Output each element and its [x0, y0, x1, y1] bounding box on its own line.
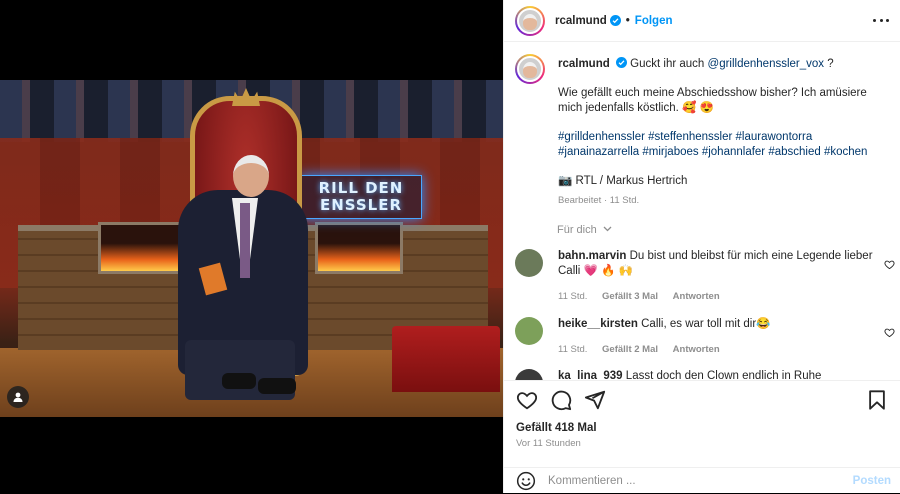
- heart-icon[interactable]: [516, 389, 538, 411]
- caption-username[interactable]: rcalmund: [558, 58, 610, 70]
- caption-mention-link[interactable]: @grilldenhenssler_vox: [708, 58, 825, 70]
- post-photo: RILL DEN ENSSLER: [0, 80, 503, 417]
- comment-username[interactable]: bahn.marvin: [558, 250, 626, 262]
- caption-photo-credit: 📷 RTL / Markus Hertrich: [558, 175, 688, 187]
- comment-item: bahn.marvin Du bist und bleibst für mich…: [515, 249, 895, 304]
- sign-line-2: ENSSLER: [319, 196, 403, 214]
- comment-input[interactable]: [548, 475, 838, 487]
- caption-author-avatar[interactable]: [515, 54, 545, 84]
- comment-username[interactable]: heike__kirsten: [558, 318, 638, 330]
- author-avatar[interactable]: [515, 5, 545, 36]
- comment-reply-button[interactable]: Antworten: [673, 291, 720, 302]
- like-count[interactable]: Gefällt 418 Mal: [516, 422, 597, 434]
- heart-icon[interactable]: [884, 259, 895, 270]
- comment-item: ka_lina_939 Lasst doch den Clown endlich…: [515, 369, 895, 380]
- verified-icon: [609, 15, 621, 26]
- person-head: [233, 155, 269, 197]
- comment-item: heike__kirsten Calli, es war toll mit di…: [515, 317, 895, 357]
- comment-age: 11 Std.: [558, 291, 588, 302]
- comment-reply-button[interactable]: Antworten: [673, 344, 720, 355]
- instagram-post-dialog: RILL DEN ENSSLER rcalmund • Folgen rcalm…: [0, 0, 900, 493]
- emoji-icon[interactable]: [516, 471, 536, 491]
- post-comment-button[interactable]: Posten: [853, 475, 891, 487]
- verified-icon: [615, 57, 627, 68]
- shoe-right: [258, 378, 296, 394]
- person-tie: [240, 203, 250, 278]
- comment-avatar[interactable]: [515, 369, 543, 380]
- for-you-sort-dropdown[interactable]: Für dich: [557, 224, 612, 236]
- show-logo-sign: RILL DEN ENSSLER: [300, 175, 422, 219]
- comments-scroll-area[interactable]: rcalmund Guckt ihr auch @grilldenhenssle…: [504, 42, 900, 380]
- caption-meta: Bearbeitet · 11 Std.: [558, 195, 640, 206]
- more-icon[interactable]: [873, 12, 889, 28]
- comment-text: Calli, es war toll mit dir😂: [641, 318, 771, 330]
- comment-avatar[interactable]: [515, 317, 543, 345]
- comment-icon[interactable]: [550, 389, 572, 411]
- user-tag-icon[interactable]: [7, 386, 29, 408]
- caption-paragraph: Wie gefällt euch meine Abschiedsshow bis…: [558, 87, 867, 114]
- sign-line-1: RILL DEN: [318, 179, 404, 197]
- caption-lead: Guckt ihr auch: [630, 58, 705, 70]
- post-time: Vor 11 Stunden: [516, 438, 581, 449]
- caption-lead-end: ?: [827, 58, 834, 70]
- comment-like-count[interactable]: Gefällt 3 Mal: [602, 291, 658, 302]
- follow-button[interactable]: Folgen: [635, 15, 673, 27]
- shoe-left: [222, 373, 256, 389]
- comment-age: 11 Std.: [558, 344, 588, 355]
- action-bar: [516, 389, 888, 411]
- fireplace-right: [315, 222, 403, 274]
- post-actions-area: Gefällt 418 Mal Vor 11 Stunden Posten: [504, 380, 900, 493]
- heart-icon[interactable]: [884, 327, 895, 338]
- caption-hashtags[interactable]: #grilldenhenssler #steffenhenssler #laur…: [558, 130, 888, 160]
- chevron-down-icon: [603, 226, 612, 232]
- bookmark-icon[interactable]: [866, 389, 888, 411]
- post-side-panel: rcalmund • Folgen rcalmund Guckt ihr auc…: [503, 0, 900, 493]
- comment-username[interactable]: ka_lina_939: [558, 370, 623, 380]
- share-icon[interactable]: [584, 389, 606, 411]
- red-side-table: [392, 326, 500, 392]
- post-media[interactable]: RILL DEN ENSSLER: [0, 0, 503, 493]
- comment-like-count[interactable]: Gefällt 2 Mal: [602, 344, 658, 355]
- post-caption: rcalmund Guckt ihr auch @grilldenhenssle…: [515, 54, 895, 208]
- separator-dot: •: [625, 14, 630, 27]
- fireplace-left: [98, 222, 186, 274]
- comment-text: Lasst doch den Clown endlich in Ruhe: [625, 370, 822, 380]
- comment-bar: Posten: [504, 467, 900, 494]
- author-username[interactable]: rcalmund: [555, 15, 607, 27]
- post-header: rcalmund • Folgen: [504, 0, 900, 42]
- comment-avatar[interactable]: [515, 249, 543, 277]
- for-you-label: Für dich: [557, 224, 597, 236]
